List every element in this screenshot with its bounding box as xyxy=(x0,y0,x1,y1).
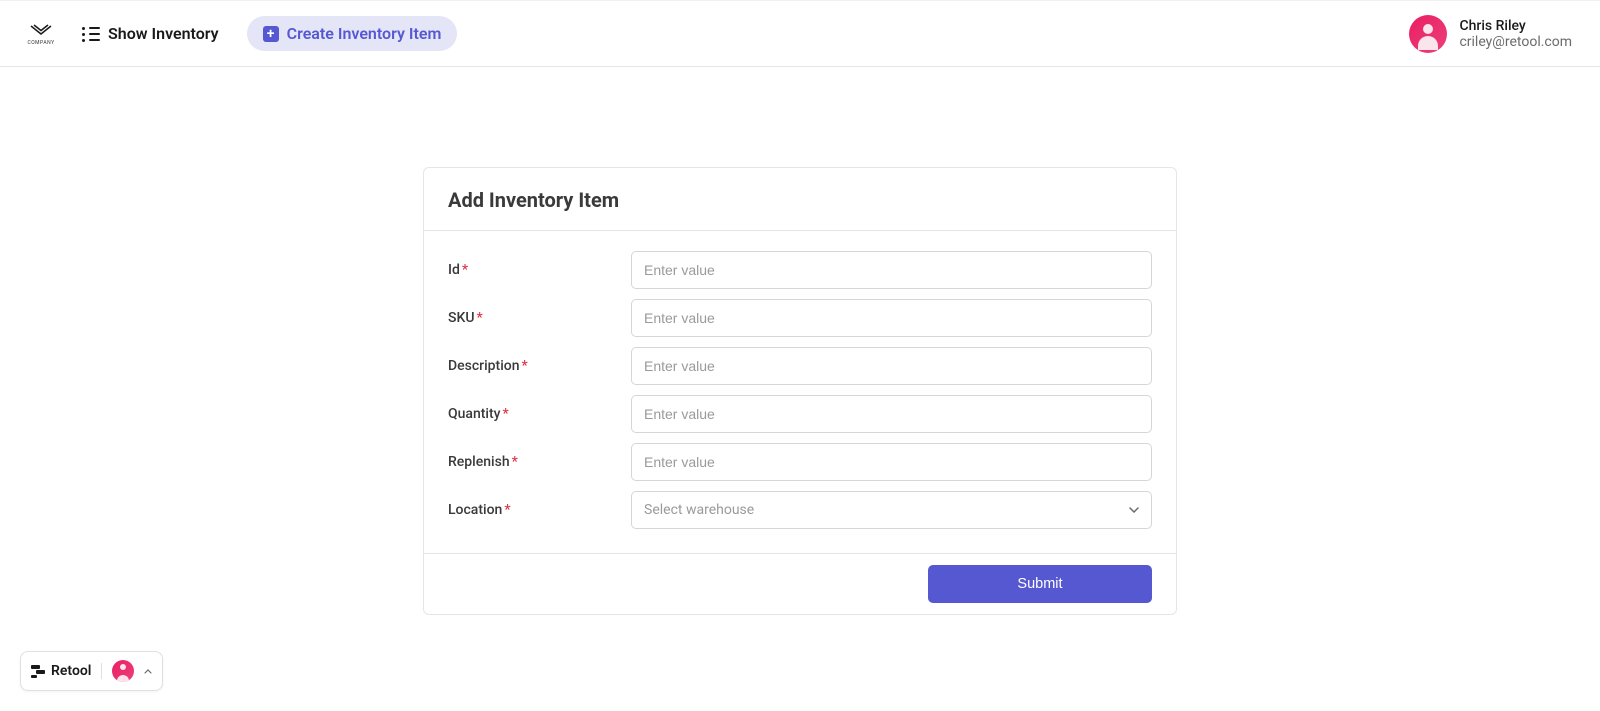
quantity-field[interactable] xyxy=(631,395,1152,433)
form-body: Id* SKU* Description* xyxy=(424,231,1176,553)
create-inventory-item-button[interactable]: + Create Inventory Item xyxy=(247,16,458,51)
retool-label: Retool xyxy=(51,663,91,679)
retool-widget[interactable]: Retool xyxy=(20,651,163,691)
chevron-down-icon xyxy=(1129,507,1139,513)
show-inventory-nav[interactable]: Show Inventory xyxy=(82,24,219,43)
logo-icon xyxy=(30,22,52,38)
header-right[interactable]: Chris Riley criley@retool.com xyxy=(1409,15,1572,53)
mini-avatar xyxy=(112,660,134,682)
form-title: Add Inventory Item xyxy=(448,188,1152,212)
sku-field[interactable] xyxy=(631,299,1152,337)
user-name: Chris Riley xyxy=(1459,18,1572,34)
form-row-description: Description* xyxy=(448,347,1152,385)
card-header: Add Inventory Item xyxy=(424,168,1176,231)
quantity-label: Quantity* xyxy=(448,406,631,422)
form-row-replenish: Replenish* xyxy=(448,443,1152,481)
add-inventory-card: Add Inventory Item Id* SKU* xyxy=(423,167,1177,615)
replenish-label: Replenish* xyxy=(448,454,631,470)
list-icon xyxy=(82,27,100,41)
form-row-id: Id* xyxy=(448,251,1152,289)
show-inventory-label: Show Inventory xyxy=(108,24,219,43)
replenish-field[interactable] xyxy=(631,443,1152,481)
company-logo[interactable]: COMPANY xyxy=(28,21,54,47)
form-row-quantity: Quantity* xyxy=(448,395,1152,433)
location-label: Location* xyxy=(448,502,631,518)
user-email: criley@retool.com xyxy=(1459,34,1572,50)
description-label: Description* xyxy=(448,358,631,374)
location-placeholder: Select warehouse xyxy=(644,502,754,518)
form-row-location: Location* Select warehouse xyxy=(448,491,1152,529)
plus-icon: + xyxy=(263,26,279,42)
id-label: Id* xyxy=(448,262,631,278)
form-row-sku: SKU* xyxy=(448,299,1152,337)
retool-icon xyxy=(31,664,45,678)
id-field[interactable] xyxy=(631,251,1152,289)
location-select[interactable]: Select warehouse xyxy=(631,491,1152,529)
chevron-up-icon xyxy=(144,669,152,674)
app-header: COMPANY Show Inventory + Create Inventor… xyxy=(0,0,1600,67)
description-field[interactable] xyxy=(631,347,1152,385)
create-item-label: Create Inventory Item xyxy=(287,24,442,43)
main-content: Add Inventory Item Id* SKU* xyxy=(0,67,1600,615)
sku-label: SKU* xyxy=(448,310,631,326)
retool-brand: Retool xyxy=(31,663,102,679)
user-info: Chris Riley criley@retool.com xyxy=(1459,18,1572,50)
avatar xyxy=(1409,15,1447,53)
card-footer: Submit xyxy=(424,553,1176,614)
submit-button[interactable]: Submit xyxy=(928,565,1152,603)
header-left: COMPANY Show Inventory + Create Inventor… xyxy=(28,16,457,51)
logo-text: COMPANY xyxy=(27,40,54,46)
